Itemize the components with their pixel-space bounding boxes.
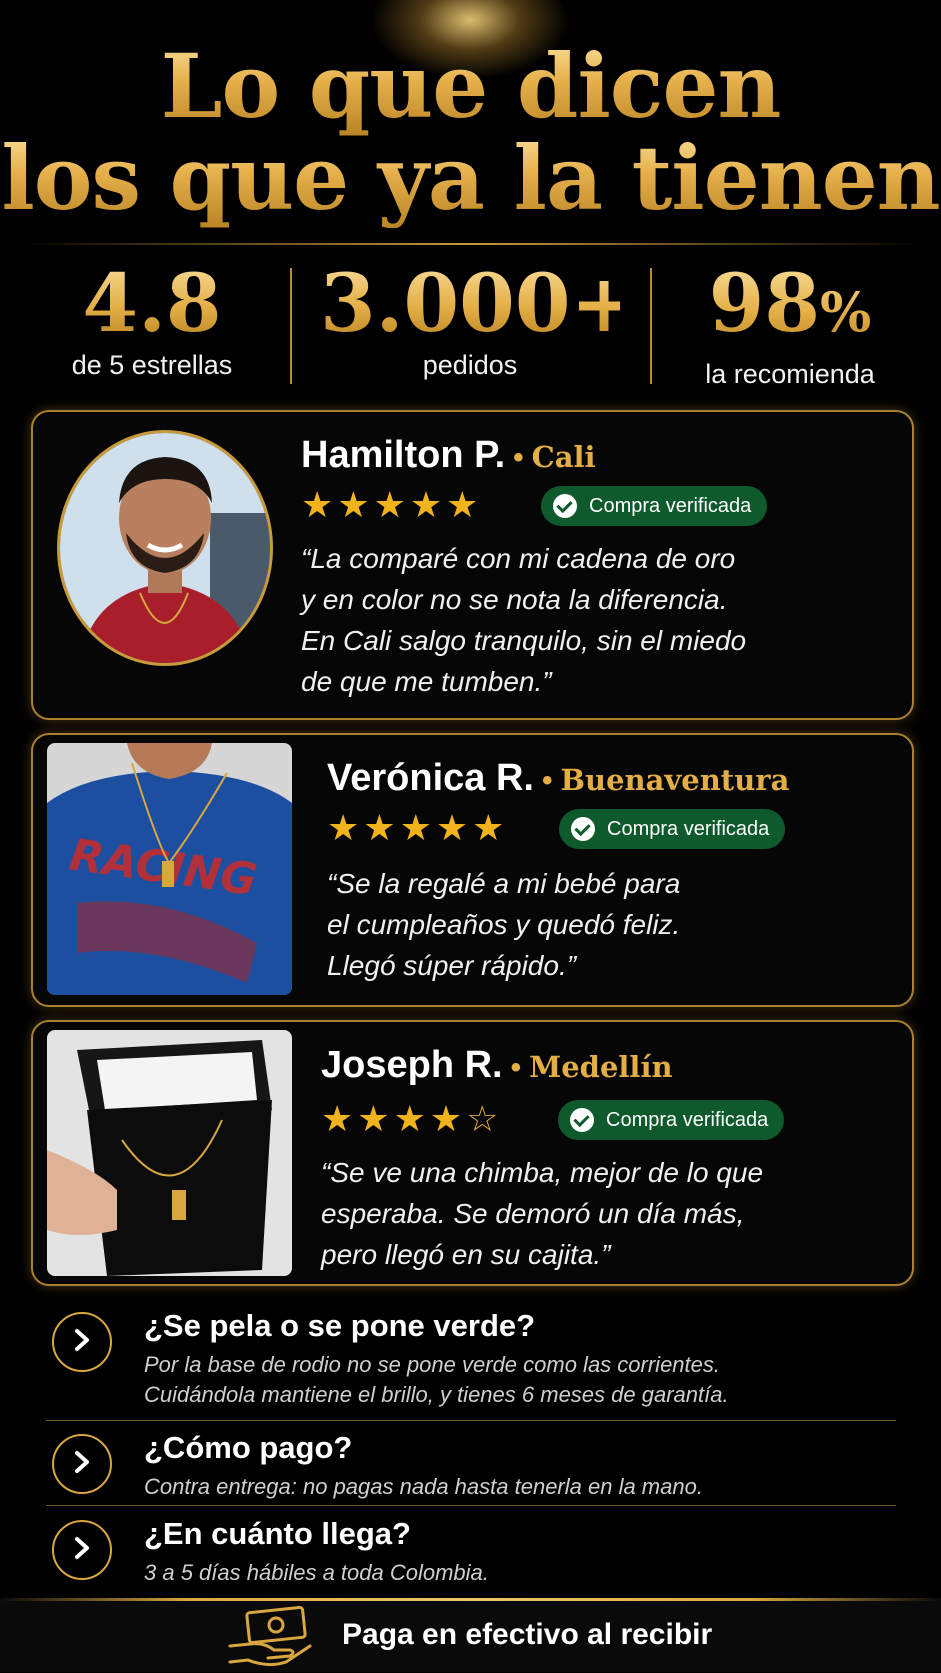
review-quote: “Se la regalé a mi bebé para el cumpleañ… <box>327 863 680 986</box>
footer-divider <box>0 1598 941 1601</box>
verified-badge: Compra verificada <box>559 809 786 849</box>
star-icon: ★ <box>321 1098 358 1139</box>
reviewer-name: Verónica R. <box>327 757 534 799</box>
star-outline-icon: ☆ <box>466 1098 503 1139</box>
star-rating: ★★★★☆ <box>321 1098 502 1140</box>
reviewer-city: Medellín <box>529 1050 673 1084</box>
review-card-joseph: Joseph R. • Medellín ★★★★☆ Compra verifica… <box>31 1020 914 1286</box>
reviewer-city: Cali <box>531 440 596 474</box>
stat-divider <box>650 268 652 384</box>
star-icon: ★ <box>373 484 410 525</box>
star-icon: ★ <box>409 484 447 525</box>
review-card-hamilton: Hamilton P. • Cali ★★★★★ Compra verificada… <box>31 410 914 720</box>
stat-recommend: 98% la recomienda <box>670 258 910 390</box>
footer-text: Paga en efectivo al recibir <box>342 1618 713 1651</box>
reviewer-photo <box>57 430 273 666</box>
quote-line: “Se ve una chimba, mejor de lo que <box>321 1157 764 1188</box>
stat-orders-value: 3.000+ <box>320 256 638 350</box>
page-title-line-1: Lo que dicen <box>0 36 941 136</box>
check-icon <box>570 1108 594 1132</box>
star-icon: ★ <box>357 1098 394 1139</box>
check-icon <box>571 817 595 841</box>
check-icon <box>553 494 577 518</box>
reviewer-photo <box>47 1030 292 1276</box>
faq-divider <box>46 1505 896 1506</box>
stat-divider <box>290 268 292 384</box>
faq-answer-line: Contra entrega: no pagas nada hasta tene… <box>144 1474 703 1499</box>
faq-divider <box>46 1420 896 1421</box>
faq-item[interactable]: ¿Cómo pago? Contra entrega: no pagas nad… <box>46 1430 896 1504</box>
chevron-right-icon[interactable] <box>52 1520 112 1580</box>
stat-orders-label: pedidos <box>422 350 518 380</box>
reviewer-name-line: Hamilton P. • Cali <box>301 434 596 477</box>
faq-question: ¿En cuánto llega? <box>144 1516 411 1551</box>
faq-question: ¿Cómo pago? <box>144 1430 353 1465</box>
faq-answer: Contra entrega: no pagas nada hasta tene… <box>144 1472 703 1502</box>
verified-badge: Compra verificada <box>558 1100 785 1140</box>
star-icon: ★ <box>301 484 338 525</box>
star-icon: ★ <box>399 807 436 848</box>
stat-rating: 4.8 de 5 estrellas <box>52 258 252 381</box>
stat-recommend-label: la recomienda <box>705 359 875 389</box>
verified-badge: Compra verificada <box>541 486 768 526</box>
separator-dot: • <box>510 1051 522 1084</box>
quote-line: Llegó súper rápido.” <box>327 950 577 981</box>
quote-line: y en color no se nota la diferencia. <box>301 584 728 615</box>
star-icon: ★ <box>435 807 473 848</box>
title-divider <box>20 243 920 245</box>
faq-answer-line: Por la base de rodio no se pone verde co… <box>144 1352 720 1377</box>
quote-line: “Se la regalé a mi bebé para <box>327 868 681 899</box>
review-quote: “Se ve una chimba, mejor de lo que esper… <box>321 1152 763 1275</box>
star-icon: ★ <box>429 1098 467 1139</box>
chevron-right-icon[interactable] <box>52 1434 112 1494</box>
stat-recommend-suffix: % <box>820 280 872 344</box>
quote-line: “La comparé con mi cadena de oro <box>301 543 736 574</box>
quote-line: de que me tumben.” <box>301 666 552 697</box>
reviewer-name-line: Verónica R. • Buenaventura <box>327 757 789 800</box>
page-title-line-2: los que ya la tienen <box>1 126 940 230</box>
stat-orders: 3.000+ pedidos <box>320 256 638 381</box>
faq-answer-line: Cuidándola mantiene el brillo, y tienes … <box>144 1382 729 1407</box>
reviewer-name-line: Joseph R. • Medellín <box>321 1044 673 1087</box>
faq-item[interactable]: ¿En cuánto llega? 3 a 5 días hábiles a t… <box>46 1516 896 1590</box>
star-icon: ★ <box>363 807 400 848</box>
stat-rating-label: de 5 estrellas <box>71 350 233 380</box>
quote-line: En Cali salgo tranquilo, sin el miedo <box>301 625 747 656</box>
star-rating: ★★★★★ <box>327 807 508 849</box>
faq-answer-line: 3 a 5 días hábiles a toda Colombia. <box>144 1560 489 1585</box>
faq-question: ¿Se pela o se pone verde? <box>144 1308 536 1343</box>
faq-answer: 3 a 5 días hábiles a toda Colombia. <box>144 1558 489 1588</box>
chevron-right-icon[interactable] <box>52 1312 112 1372</box>
separator-dot: • <box>513 441 524 474</box>
faq-answer: Por la base de rodio no se pone verde co… <box>144 1350 729 1410</box>
stat-recommend-value: 98 <box>708 256 820 350</box>
verified-badge-label: Compra verificada <box>606 1109 769 1131</box>
review-quote: “La comparé con mi cadena de oro y en co… <box>301 538 746 702</box>
star-icon: ★ <box>327 807 364 848</box>
star-icon: ★ <box>393 1098 430 1139</box>
stat-rating-value: 4.8 <box>52 258 252 348</box>
reviewer-city: Buenaventura <box>560 763 790 797</box>
separator-dot: • <box>541 764 553 797</box>
star-icon: ★ <box>446 484 483 525</box>
footer-banner[interactable]: Paga en efectivo al recibir <box>0 1598 941 1672</box>
quote-line: esperaba. Se demoró un día más, <box>321 1198 745 1229</box>
faq-item[interactable]: ¿Se pela o se pone verde? Por la base de… <box>46 1308 896 1412</box>
reviewer-photo: RACING <box>47 743 292 995</box>
star-icon: ★ <box>337 484 374 525</box>
quote-line: pero llegó en su cajita.” <box>321 1239 611 1270</box>
cash-in-hand-icon <box>228 1605 314 1673</box>
star-rating: ★★★★★ <box>301 484 482 526</box>
verified-badge-label: Compra verificada <box>589 495 752 517</box>
review-card-veronica: RACING Verónica R.•Buenaventura ★★★★★ Co… <box>31 733 914 1007</box>
reviewer-name: Joseph R. <box>321 1044 503 1086</box>
reviewer-name: Hamilton P. <box>301 434 506 476</box>
star-icon: ★ <box>472 807 509 848</box>
quote-line: el cumpleaños y quedó feliz. <box>327 909 681 940</box>
verified-badge-label: Compra verificada <box>607 818 770 840</box>
